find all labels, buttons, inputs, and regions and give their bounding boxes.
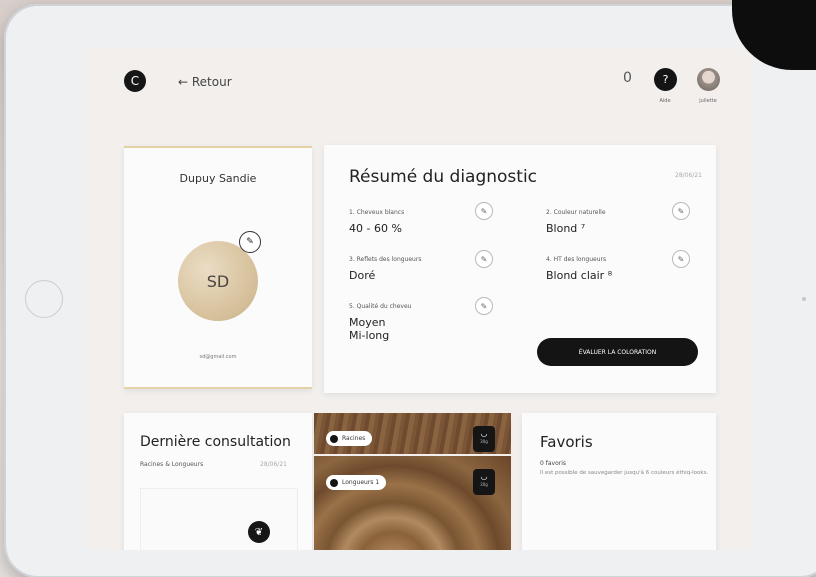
brand-logo[interactable]: C: [124, 70, 146, 92]
diagnostic-item-value: Moyen Mi-long: [349, 316, 390, 342]
diagnostic-item-value: 40 - 60 %: [349, 222, 402, 235]
last-consultation-title: Dernière consultation: [140, 434, 291, 450]
last-consultation-subtitle: Racines & Longueurs: [140, 461, 204, 468]
pencil-icon[interactable]: ✎: [239, 231, 261, 253]
diagnostic-item-label: 2. Couleur naturelle: [546, 209, 606, 216]
favorites-description: Il est possible de sauvegarder jusqu'à 6…: [540, 470, 709, 476]
notification-count[interactable]: 0: [623, 70, 632, 86]
diagnostic-item-5: 5. Qualité du cheveu Moyen Mi-long: [349, 303, 411, 342]
client-profile-card: Dupuy Sandie SD ✎ sd@gmail.com: [124, 146, 312, 389]
dot-icon: [330, 478, 338, 487]
diagnostic-item-label: 4. HT des longueurs: [546, 256, 607, 263]
diagnostic-item-label: 5. Qualité du cheveu: [349, 303, 412, 310]
consultation-preview: [140, 488, 298, 550]
diagnostic-item-2: 2. Couleur naturelle Blond ⁷: [546, 209, 606, 235]
evaluate-coloration-button[interactable]: ÉVALUER LA COLORATION: [537, 338, 698, 366]
diagnostic-item-4: 4. HT des longueurs Blond clair ⁸: [546, 256, 612, 282]
camera-dot: [802, 297, 806, 301]
pencil-icon[interactable]: ✎: [475, 297, 493, 315]
swatch-unit: 30g: [480, 482, 488, 487]
favorites-card[interactable]: Favoris 0 favoris Il est possible de sau…: [522, 413, 716, 550]
client-name: Dupuy Sandie: [179, 172, 257, 185]
help-label: Aide: [659, 98, 671, 104]
last-consultation-date: 28/06/21: [260, 461, 287, 468]
last-consultation-card[interactable]: Dernière consultation Racines & Longueur…: [124, 413, 312, 550]
home-button[interactable]: [25, 280, 63, 318]
favorites-title: Favoris: [540, 433, 593, 451]
color-swatches: Racines ◡ 30g Longueurs 1 ◡ 30g: [314, 413, 511, 550]
diagnostic-item-value: Doré: [349, 269, 376, 282]
diagnostic-item-label: 1. Cheveux blancs: [349, 209, 405, 216]
client-email: sd@gmail.com: [199, 354, 237, 360]
pencil-icon[interactable]: ✎: [475, 250, 493, 268]
swatch-name: Racines: [342, 435, 366, 442]
back-link[interactable]: ← Retour: [178, 75, 232, 89]
user-name-label: juliette: [699, 98, 717, 104]
diagnostic-item-value: Blond ⁷: [546, 222, 586, 235]
diagnostic-item-1: 1. Cheveux blancs 40 - 60 %: [349, 209, 404, 235]
leaf-icon[interactable]: ❦: [248, 521, 270, 543]
favorites-count: 0 favoris: [540, 460, 566, 467]
diagnostic-item-label: 3. Reflets des longueurs: [349, 256, 422, 263]
swatch-label-longueurs: Longueurs 1: [326, 475, 387, 490]
pencil-icon[interactable]: ✎: [672, 202, 690, 220]
diagnostic-date: 28/06/21: [675, 172, 702, 179]
pencil-icon[interactable]: ✎: [475, 202, 493, 220]
diagnostic-title: Résumé du diagnostic: [349, 167, 538, 187]
swatch-unit: 30g: [480, 439, 488, 444]
client-initials-avatar: SD: [178, 241, 258, 321]
bowl-icon[interactable]: ◡ 30g: [473, 426, 495, 452]
tablet-frame: C ← Retour 0 ? Aide juliette Dupuy Sandi…: [4, 4, 816, 577]
client-initials: SD: [206, 271, 230, 291]
diagnostic-summary-card: Résumé du diagnostic 28/06/21 1. Cheveux…: [324, 145, 716, 393]
user-avatar[interactable]: [697, 68, 720, 91]
help-icon[interactable]: ?: [654, 68, 677, 91]
dot-icon: [330, 434, 338, 443]
swatch-name: Longueurs 1: [342, 479, 380, 486]
pencil-icon[interactable]: ✎: [672, 250, 690, 268]
diagnostic-item-3: 3. Reflets des longueurs Doré: [349, 256, 421, 282]
app-screen: C ← Retour 0 ? Aide juliette Dupuy Sandi…: [86, 48, 752, 550]
bowl-icon[interactable]: ◡ 30g: [473, 469, 495, 495]
diagnostic-item-value: Blond clair ⁸: [546, 269, 613, 282]
photo-background: C ← Retour 0 ? Aide juliette Dupuy Sandi…: [0, 0, 816, 577]
swatch-label-racines: Racines: [326, 431, 373, 446]
